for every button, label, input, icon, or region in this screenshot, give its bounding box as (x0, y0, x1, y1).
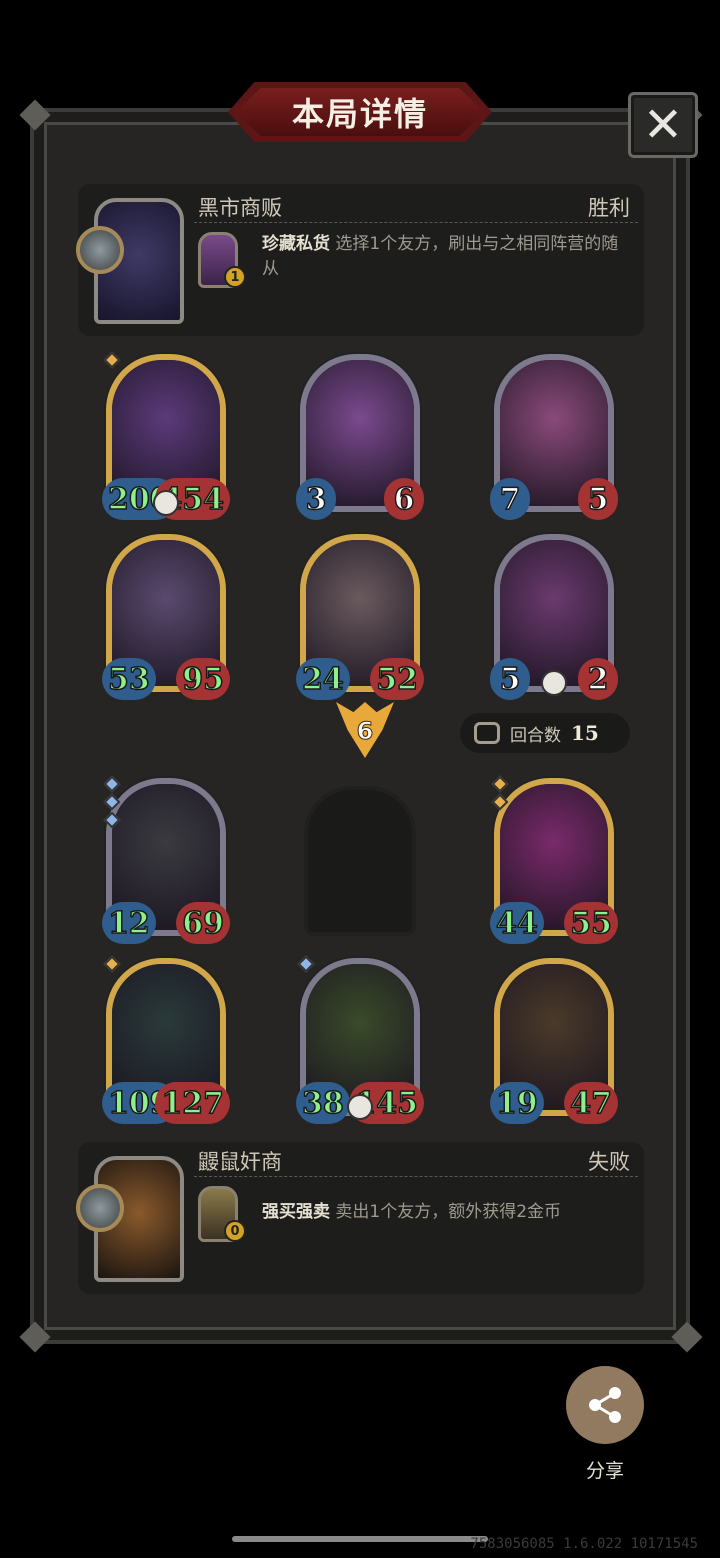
minion-attack: 3 (296, 478, 336, 520)
player-minion-card[interactable]: 44 55 (490, 775, 618, 944)
deathrattle-skull-icon (541, 670, 567, 696)
tavern-tier-value: 6 (356, 717, 374, 746)
close-icon: ✕ (642, 97, 684, 153)
page-title: 本局详情 (236, 88, 484, 136)
close-button[interactable]: ✕ (628, 92, 698, 158)
minion-health: 95 (176, 658, 230, 700)
build-watermark: 7583056085 1.6.022 10171545 (470, 1536, 698, 1552)
minion-health: 6 (384, 478, 424, 520)
minion-health: 55 (564, 902, 618, 944)
divider (194, 222, 638, 223)
deathrattle-skull-icon (347, 1094, 373, 1120)
divider (194, 1176, 638, 1177)
hero-skill-name: 强买强卖 (262, 1202, 330, 1222)
minion-health: 52 (370, 658, 424, 700)
minion-attack: 38 (296, 1082, 350, 1124)
pocket-watch-icon (76, 226, 124, 274)
minion-health: 127 (155, 1082, 230, 1124)
hero-skill-text: 强买强卖 卖出1个友方，额外获得2金币 (262, 1200, 622, 1225)
opponent-minion-card[interactable]: 75 (490, 354, 618, 520)
player-minion-card[interactable]: 19 47 (490, 958, 618, 1124)
round-counter: 回合数 15 (460, 713, 630, 753)
opponent-minion-card[interactable]: 52 (490, 534, 618, 700)
hero-portrait-black-market[interactable] (76, 198, 184, 324)
minion-health: 5 (578, 478, 618, 520)
share-icon (589, 1387, 621, 1423)
minion-attack: 53 (102, 658, 156, 700)
player-minion-card[interactable]: 38 145 (296, 955, 424, 1124)
skill-cost-coin: 0 (224, 1220, 246, 1242)
home-indicator[interactable] (232, 1536, 488, 1542)
minion-health: 47 (564, 1082, 618, 1124)
empty-card-slot (304, 786, 416, 936)
opponent-name: 鼹鼠奸商 (198, 1150, 282, 1174)
refresh-icon (474, 722, 500, 744)
opponent-minion-card[interactable]: 53 95 (102, 534, 230, 700)
minion-health: 2 (578, 658, 618, 700)
opponent-name: 黑市商贩 (198, 196, 282, 220)
minion-attack: 5 (490, 658, 530, 700)
minion-attack: 12 (102, 902, 156, 944)
minion-attack: 7 (490, 478, 530, 520)
match-result: 胜利 (588, 196, 630, 220)
opponent-minion-card[interactable]: 24 52 (296, 534, 424, 700)
opponent-minion-card[interactable]: 36 (296, 354, 424, 520)
minion-attack: 19 (490, 1082, 544, 1124)
skill-cost-coin: 1 (224, 266, 246, 288)
player-minion-card[interactable]: 12 69 (102, 775, 230, 944)
opponent-minion-card[interactable]: 200 454 (102, 351, 230, 520)
round-label: 回合数 (510, 725, 561, 746)
round-value: 15 (571, 721, 599, 745)
hero-skill-desc: 卖出1个友方，额外获得2金币 (335, 1202, 562, 1222)
opponent-top-panel: 黑市商贩 胜利 1 珍藏私货 选择1个友方，刷出与之相同阵营的随从 (76, 184, 644, 336)
match-result: 失败 (588, 1150, 630, 1174)
minion-attack: 24 (296, 658, 350, 700)
minion-health: 69 (176, 902, 230, 944)
deathrattle-skull-icon (153, 490, 179, 516)
minion-attack: 44 (490, 902, 544, 944)
hero-skill-name: 珍藏私货 (262, 234, 330, 254)
share-label: 分享 (585, 1460, 624, 1482)
hero-portrait-mole-merchant[interactable] (76, 1156, 184, 1282)
player-minion-card[interactable]: 109 127 (102, 955, 230, 1124)
opponent-bottom-panel: 鼹鼠奸商 失败 0 强买强卖 卖出1个友方，额外获得2金币 (76, 1142, 644, 1294)
share-button[interactable] (566, 1366, 644, 1444)
hero-skill-text: 珍藏私货 选择1个友方，刷出与之相同阵营的随从 (262, 232, 622, 282)
pocket-watch-icon (76, 1184, 124, 1232)
